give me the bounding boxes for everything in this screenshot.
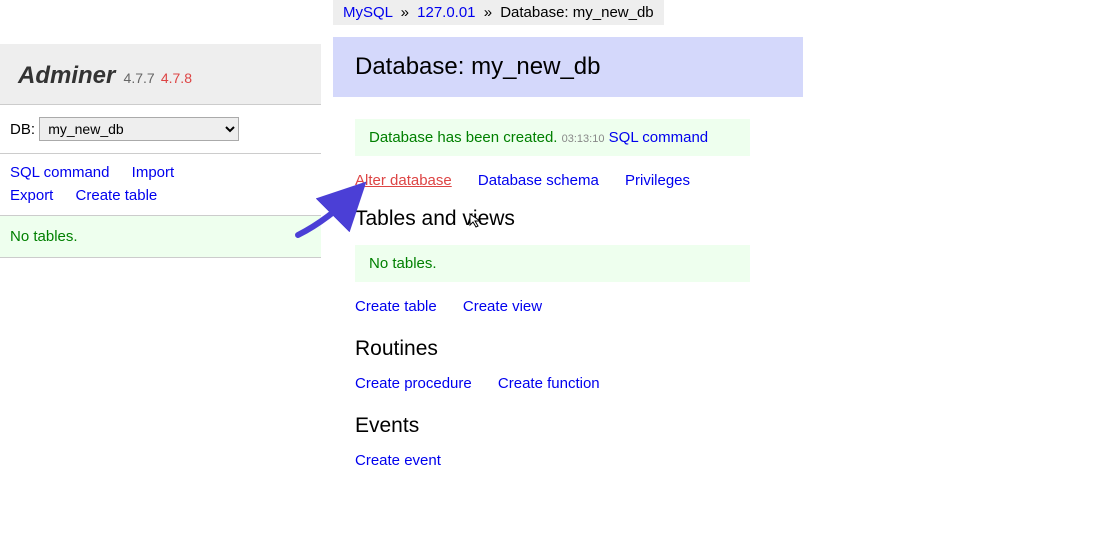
- breadcrumb-db-prefix: Database:: [500, 4, 573, 21]
- app-version: 4.7.7: [124, 70, 155, 86]
- sidebar-link-import[interactable]: Import: [132, 162, 175, 185]
- msg-sql-link[interactable]: SQL command: [609, 129, 709, 146]
- breadcrumb-driver[interactable]: MySQL: [343, 4, 392, 21]
- page-title: Database: my_new_db: [333, 37, 803, 97]
- app-update-version[interactable]: 4.7.8: [161, 70, 192, 86]
- link-create-event[interactable]: Create event: [355, 452, 441, 469]
- success-message: Database has been created. 03:13:10 SQL …: [355, 119, 750, 156]
- tables-empty-msg: No tables.: [355, 245, 750, 282]
- link-database-schema[interactable]: Database schema: [478, 172, 599, 189]
- sidebar-header: Adminer 4.7.7 4.7.8: [0, 44, 321, 105]
- app-name: Adminer: [18, 62, 115, 89]
- link-alter-database[interactable]: Alter database: [355, 172, 452, 189]
- main: MySQL » 127.0.01 » Database: my_new_db D…: [321, 0, 1100, 491]
- sidebar-no-tables: No tables.: [0, 216, 321, 258]
- heading-routines: Routines: [355, 337, 1084, 361]
- link-create-procedure[interactable]: Create procedure: [355, 375, 472, 392]
- db-selector-row: DB: my_new_db: [0, 105, 321, 154]
- breadcrumb-host[interactable]: 127.0.01: [417, 4, 475, 21]
- db-select[interactable]: my_new_db: [39, 117, 239, 141]
- routines-links: Create procedure Create function: [355, 375, 1084, 392]
- breadcrumb-db-name: my_new_db: [573, 4, 654, 21]
- msg-created-text: Database has been created.: [369, 129, 557, 146]
- heading-events: Events: [355, 414, 1084, 438]
- sidebar-links: SQL command Import Export Create table: [0, 154, 321, 216]
- breadcrumb-sep: »: [397, 4, 413, 21]
- sidebar-link-sql[interactable]: SQL command: [10, 162, 110, 185]
- db-label: DB:: [10, 121, 35, 138]
- link-privileges[interactable]: Privileges: [625, 172, 690, 189]
- tables-links: Create table Create view: [355, 298, 1084, 315]
- msg-time: 03:13:10: [562, 133, 605, 145]
- sidebar-link-export[interactable]: Export: [10, 185, 53, 208]
- link-create-function[interactable]: Create function: [498, 375, 600, 392]
- events-links: Create event: [355, 452, 1084, 469]
- link-create-table[interactable]: Create table: [355, 298, 437, 315]
- db-action-row: Alter database Database schema Privilege…: [355, 172, 1084, 189]
- sidebar: Adminer 4.7.7 4.7.8 DB: my_new_db SQL co…: [0, 0, 321, 491]
- sidebar-link-create-table[interactable]: Create table: [76, 185, 158, 208]
- breadcrumb-sep: »: [480, 4, 496, 21]
- link-create-view[interactable]: Create view: [463, 298, 542, 315]
- breadcrumb: MySQL » 127.0.01 » Database: my_new_db: [333, 0, 664, 25]
- heading-tables: Tables and views: [355, 207, 1084, 231]
